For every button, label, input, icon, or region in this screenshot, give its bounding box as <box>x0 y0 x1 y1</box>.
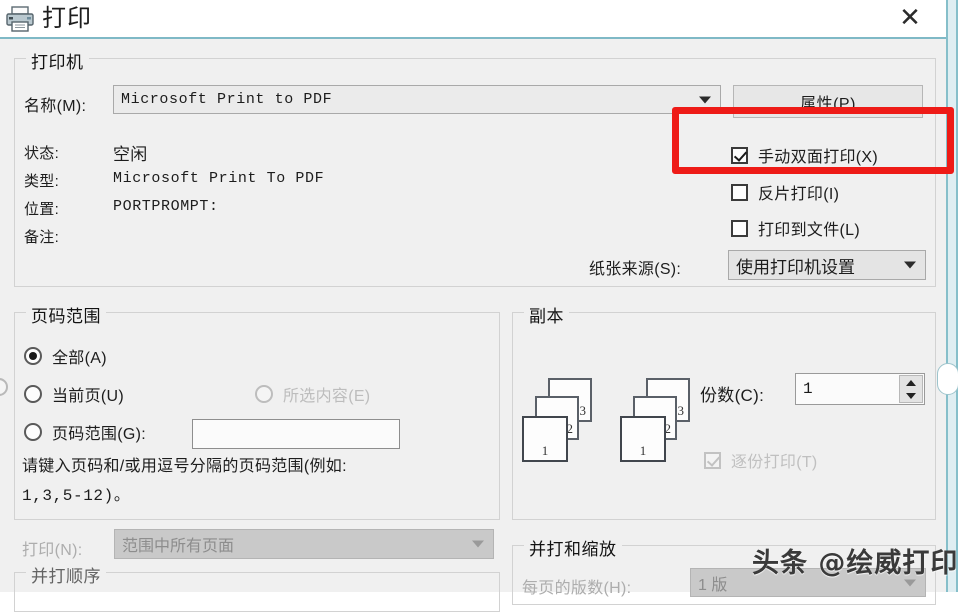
preview-page-1: 1 <box>522 416 568 462</box>
radio-selection-label: 所选内容(E) <box>283 388 371 405</box>
checkbox-collate-label: 逐份打印(T) <box>731 454 818 471</box>
page-range-input[interactable] <box>192 419 400 449</box>
page-range-input-value <box>193 420 399 428</box>
checkbox-reverse-print-box <box>731 183 748 201</box>
print-what-label: 打印(N): <box>22 542 83 559</box>
print-order-group: 并打顺序 <box>14 562 500 612</box>
chevron-down-icon <box>904 261 916 269</box>
chevron-down-icon <box>904 579 916 586</box>
checkbox-reverse-print-label: 反片打印(I) <box>758 186 840 203</box>
pages-per-sheet-label: 每页的版数(H): <box>522 580 632 597</box>
page-range-group-legend: 页码范围 <box>26 302 106 327</box>
paper-source-combo[interactable]: 使用打印机设置 <box>728 250 926 280</box>
copies-group-legend: 副本 <box>524 302 569 327</box>
printer-icon <box>6 6 34 32</box>
printer-location-label: 位置: <box>24 201 60 218</box>
checkbox-print-to-file-box <box>731 219 748 237</box>
printer-location-value: PORTPROMPT: <box>113 198 219 215</box>
printer-comment-label: 备注: <box>24 229 60 246</box>
radio-selection-dot <box>255 385 273 403</box>
offscreen-radio-partial <box>0 378 8 396</box>
paper-source-label: 纸张来源(S): <box>589 261 682 278</box>
pages-per-sheet-value: 1 版 <box>698 576 728 594</box>
checkbox-collate: 逐份打印(T) <box>704 448 818 472</box>
copies-count-spin-buttons[interactable] <box>899 375 923 403</box>
radio-selection: 所选内容(E) <box>255 382 370 406</box>
radio-current-page-label: 当前页(U) <box>52 388 125 405</box>
printer-type-value: Microsoft Print To PDF <box>113 170 325 187</box>
checkbox-print-to-file-label: 打印到文件(L) <box>758 222 860 239</box>
checkbox-manual-duplex-label: 手动双面打印(X) <box>758 149 879 166</box>
radio-page-range[interactable]: 页码范围(G): <box>24 420 146 444</box>
zoom-group-legend: 并打和缩放 <box>524 535 622 560</box>
scrollbar-thumb[interactable] <box>937 363 958 395</box>
radio-current-page-dot <box>24 385 42 403</box>
printer-status-value: 空闲 <box>113 145 148 164</box>
checkbox-manual-duplex-box <box>731 146 748 164</box>
chevron-down-icon <box>699 96 711 103</box>
printer-type-label: 类型: <box>24 173 60 190</box>
print-what-combo: 范围中所有页面 <box>114 529 494 559</box>
copies-count-stepper[interactable]: 1 <box>795 373 925 405</box>
radio-page-range-dot <box>24 423 42 441</box>
radio-all-pages-dot <box>24 347 42 365</box>
checkbox-manual-duplex[interactable]: 手动双面打印(X) <box>731 143 878 167</box>
printer-status-label: 状态: <box>24 145 60 162</box>
page-range-hint-line2: 1,3,5-12)。 <box>22 487 131 505</box>
preview-page-1: 1 <box>620 416 666 462</box>
printer-name-value: Microsoft Print to PDF <box>121 91 333 108</box>
print-dialog: 打印 ✕ 打印机 名称(M): Microsoft Print to PDF 属… <box>0 0 950 612</box>
checkbox-print-to-file[interactable]: 打印到文件(L) <box>731 216 860 240</box>
title-bar: 打印 ✕ <box>0 0 950 39</box>
radio-page-range-label: 页码范围(G): <box>52 426 146 443</box>
checkbox-reverse-print[interactable]: 反片打印(I) <box>731 180 839 204</box>
copies-preview-collated: 3 2 1 <box>620 378 702 462</box>
copies-preview-uncollated: 3 2 1 <box>522 378 604 462</box>
printer-name-combo[interactable]: Microsoft Print to PDF <box>113 85 721 114</box>
vertical-scrollbar[interactable] <box>937 0 958 592</box>
page-range-hint-line1: 请键入页码和/或用逗号分隔的页码范围(例如: <box>22 458 347 475</box>
chevron-down-icon <box>472 540 484 548</box>
window-title: 打印 <box>42 5 92 32</box>
printer-group-legend: 打印机 <box>26 48 89 73</box>
copies-count-label: 份数(C): <box>700 386 765 405</box>
radio-all-pages[interactable]: 全部(A) <box>24 344 107 368</box>
radio-current-page[interactable]: 当前页(U) <box>24 382 124 406</box>
print-what-value: 范围中所有页面 <box>122 538 235 555</box>
spin-down-icon[interactable] <box>906 392 916 399</box>
printer-name-label: 名称(M): <box>24 98 87 115</box>
watermark-text: 头条 @绘威打印 <box>752 548 958 579</box>
print-order-group-legend: 并打顺序 <box>26 562 106 587</box>
spin-up-icon[interactable] <box>906 379 916 386</box>
radio-all-pages-label: 全部(A) <box>52 350 107 367</box>
properties-button[interactable]: 属性(P) <box>733 85 923 118</box>
close-icon[interactable]: ✕ <box>888 0 932 36</box>
copies-count-value: 1 <box>803 380 813 398</box>
checkbox-collate-box <box>704 451 721 469</box>
paper-source-value: 使用打印机设置 <box>736 257 855 277</box>
